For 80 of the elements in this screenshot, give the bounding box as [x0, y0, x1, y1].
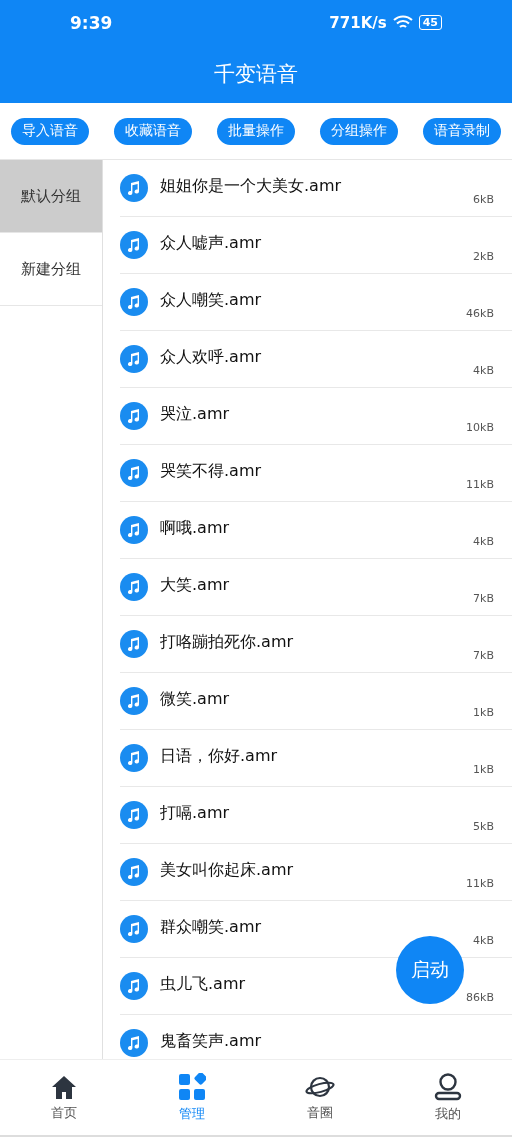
- grid-icon: [178, 1072, 206, 1101]
- file-name: 哭泣.amr: [160, 404, 230, 425]
- action-button[interactable]: 收藏语音: [114, 117, 192, 145]
- file-row[interactable]: 大笑.amr 7kB: [120, 559, 512, 616]
- nav-tab[interactable]: 我的: [384, 1060, 512, 1135]
- file-name: 日语，你好.amr: [160, 746, 278, 767]
- file-row[interactable]: 鬼畜笑声.amr: [120, 1015, 512, 1059]
- start-button[interactable]: 启动: [396, 936, 464, 1004]
- file-row[interactable]: 哭笑不得.amr 11kB: [120, 445, 512, 502]
- action-button[interactable]: 分组操作: [320, 117, 398, 145]
- music-note-icon: [120, 915, 148, 943]
- music-note-icon: [120, 1029, 148, 1057]
- file-row[interactable]: 姐姐你是一个大美女.amr 6kB: [120, 160, 512, 217]
- file-size: 6kB: [473, 193, 494, 206]
- action-button[interactable]: 语音录制: [423, 117, 501, 145]
- music-note-icon: [120, 801, 148, 829]
- file-size: 46kB: [466, 307, 494, 320]
- wifi-icon: [392, 15, 413, 30]
- file-name: 鬼畜笑声.amr: [160, 1031, 262, 1052]
- file-name: 哭笑不得.amr: [160, 461, 262, 482]
- music-note-icon: [120, 687, 148, 715]
- app-title: 千变语音: [213, 61, 299, 88]
- file-row[interactable]: 众人嘲笑.amr 46kB: [120, 274, 512, 331]
- file-size: 11kB: [466, 478, 494, 491]
- file-name: 众人欢呼.amr: [160, 347, 262, 368]
- file-row[interactable]: 微笑.amr 1kB: [120, 673, 512, 730]
- file-name: 姐姐你是一个大美女.amr: [160, 176, 342, 197]
- file-row[interactable]: 打咯蹦拍死你.amr 7kB: [120, 616, 512, 673]
- file-name: 美女叫你起床.amr: [160, 860, 294, 881]
- file-name: 打嗝.amr: [160, 803, 230, 824]
- file-size: 1kB: [473, 706, 494, 719]
- file-row[interactable]: 啊哦.amr 4kB: [120, 502, 512, 559]
- file-size: 4kB: [473, 934, 494, 947]
- file-name: 大笑.amr: [160, 575, 230, 596]
- file-size: 7kB: [473, 649, 494, 662]
- file-size: 2kB: [473, 250, 494, 263]
- file-size: 10kB: [466, 421, 494, 434]
- action-button[interactable]: 导入语音: [11, 117, 89, 145]
- battery-indicator: 45: [418, 15, 442, 30]
- file-size: 4kB: [473, 535, 494, 548]
- music-note-icon: [120, 972, 148, 1000]
- music-note-icon: [120, 231, 148, 259]
- nav-tab[interactable]: 首页: [0, 1060, 128, 1135]
- file-size: 5kB: [473, 820, 494, 833]
- action-button[interactable]: 批量操作: [217, 117, 295, 145]
- file-name: 众人嘘声.amr: [160, 233, 262, 254]
- file-name: 啊哦.amr: [160, 518, 230, 539]
- file-name: 众人嘲笑.amr: [160, 290, 262, 311]
- music-note-icon: [120, 288, 148, 316]
- user-icon: [433, 1072, 463, 1101]
- file-size: 11kB: [466, 877, 494, 890]
- music-note-icon: [120, 459, 148, 487]
- network-speed: 771K/s: [329, 13, 387, 32]
- file-size: 86kB: [466, 991, 494, 1004]
- music-note-icon: [120, 630, 148, 658]
- group-item[interactable]: 默认分组: [0, 160, 102, 233]
- file-row[interactable]: 打嗝.amr 5kB: [120, 787, 512, 844]
- music-note-icon: [120, 744, 148, 772]
- file-row[interactable]: 美女叫你起床.amr 11kB: [120, 844, 512, 901]
- file-row[interactable]: 日语，你好.amr 1kB: [120, 730, 512, 787]
- file-size: 1kB: [473, 763, 494, 776]
- file-name: 群众嘲笑.amr: [160, 917, 262, 938]
- music-note-icon: [120, 345, 148, 373]
- status-time: 9:39: [70, 12, 114, 33]
- music-note-icon: [120, 858, 148, 886]
- file-name: 虫儿飞.amr: [160, 974, 246, 995]
- nav-tab[interactable]: 管理: [128, 1060, 256, 1135]
- music-note-icon: [120, 516, 148, 544]
- home-icon: [50, 1073, 78, 1100]
- file-row[interactable]: 众人嘘声.amr 2kB: [120, 217, 512, 274]
- file-name: 打咯蹦拍死你.amr: [160, 632, 294, 653]
- file-name: 微笑.amr: [160, 689, 230, 710]
- file-size: 7kB: [473, 592, 494, 605]
- file-row[interactable]: 哭泣.amr 10kB: [120, 388, 512, 445]
- file-size: 4kB: [473, 364, 494, 377]
- music-note-icon: [120, 573, 148, 601]
- music-note-icon: [120, 174, 148, 202]
- nav-tab[interactable]: 音圈: [256, 1060, 384, 1135]
- file-row[interactable]: 众人欢呼.amr 4kB: [120, 331, 512, 388]
- music-note-icon: [120, 402, 148, 430]
